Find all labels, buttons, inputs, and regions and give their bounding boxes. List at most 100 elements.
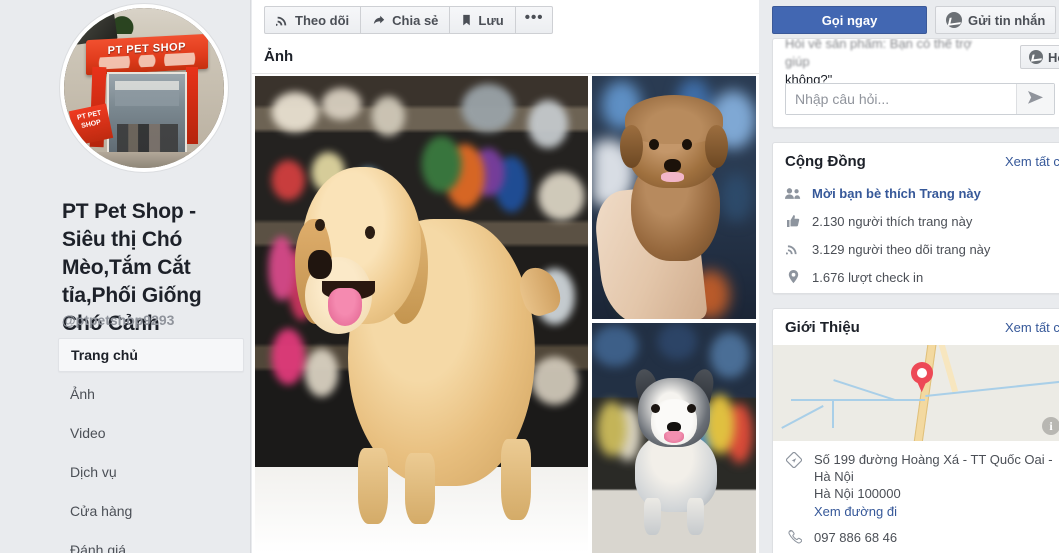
community-title: Cộng Đồng [785,153,866,170]
photo-thumbnail[interactable] [592,323,756,553]
address-line-2: Hà Nội 100000 [814,485,1054,502]
question-line-1: Hỏi về sản phẩm: Bạn có thể trợ giúp [785,38,985,71]
rss-icon [785,242,801,256]
ask-question-card: Hỏi về sản phẩm: Bạn có thể trợ giúp khô… [772,38,1059,128]
more-options-button[interactable]: ••• [516,7,553,33]
community-see-all-link[interactable]: Xem tất cả [1005,154,1059,169]
right-banner [186,67,199,144]
page-nav: Trang chủ Ảnh Video Dịch vụ Cửa hàng Đán… [58,338,244,553]
photos-section-title: Ảnh [264,48,293,65]
address-row: Số 199 đường Hoàng Xá - TT Quốc Oai - Hà… [785,451,1054,520]
location-map[interactable]: i [773,345,1059,441]
sidebar-item-label: Cửa hàng [70,503,132,519]
save-label: Lưu [478,13,503,28]
sidebar-item-photos[interactable]: Ảnh [58,378,244,411]
follow-label: Theo dõi [295,13,349,28]
poodle-ear-right [705,125,728,169]
suggested-question-text: Hỏi về sản phẩm: Bạn có thể trợ giúp khô… [785,38,985,89]
get-directions-link[interactable]: Xem đường đi [814,503,1054,520]
about-card-header: Giới Thiệu Xem tất cả [773,309,1059,345]
sidebar-item-reviews[interactable]: Đánh giá [58,534,244,553]
sidebar-item-label: Trang chủ [71,347,138,363]
share-button[interactable]: Chia sẻ [361,7,450,33]
poodle-ear-left [620,125,643,169]
about-see-all-link[interactable]: Xem tất cả [1005,320,1059,335]
bookmark-icon [461,14,472,27]
invite-friends-label: Mời bạn bè thích Trang này [812,186,981,201]
shop-door [107,72,187,160]
husky-tongue [664,431,684,443]
send-question-button[interactable] [1016,84,1054,114]
about-details-list: Số 199 đường Hoàng Xá - TT Quốc Oai - Hà… [773,441,1059,546]
thumbs-up-icon [785,214,801,228]
sidebar-item-label: Video [70,425,106,441]
checkins-row: 1.676 lượt check in [785,263,1054,291]
sidebar-item-label: Ảnh [70,386,95,402]
shop-ground [64,152,224,168]
photo-grid [255,76,756,553]
navigation-diamond-icon [785,451,803,520]
rss-icon [276,14,289,27]
sidebar-item-label: Đánh giá [70,542,126,553]
question-input-group [785,83,1055,115]
page-likes-row: 2.130 người thích trang này [785,207,1054,235]
poodle-nose [664,159,680,172]
call-now-button[interactable]: Gọi ngay [772,6,927,34]
share-label: Chia sẻ [392,13,438,28]
call-now-label: Gọi ngay [822,13,878,28]
ellipsis-icon: ••• [525,13,544,28]
sidebar-item-services[interactable]: Dịch vụ [58,456,244,489]
question-input[interactable] [786,84,1016,114]
ask-button[interactable]: Hỏi [1020,45,1059,69]
photos-section-header: Ảnh [252,44,759,74]
page-likes-label: 2.130 người thích trang này [812,214,972,229]
husky-eye-right [687,404,696,413]
puppy-hind-leg [501,439,531,520]
profile-picture[interactable]: PT PET SHOP PT PET SHOP [64,8,224,168]
page-handle: @ptpetshop9293 [62,312,174,328]
address-text: Số 199 đường Hoàng Xá - TT Quốc Oai - Hà… [814,451,1054,520]
facebook-page-view: PT PET SHOP PT PET SHOP PT Pet Shop - Si… [0,0,1059,553]
puppy-front-leg-left [358,448,388,524]
send-message-button[interactable]: Gửi tin nhắn [935,6,1056,34]
poodle-eye-right [682,139,692,150]
map-marker-pin-icon [911,362,933,392]
address-line-1: Số 199 đường Hoàng Xá - TT Quốc Oai - Hà… [814,451,1054,485]
community-stats-list: Mời bạn bè thích Trang này 2.130 người t… [773,179,1059,299]
map-waterway-1 [926,379,1059,397]
send-icon [1027,90,1044,108]
sidebar-item-shop[interactable]: Cửa hàng [58,495,244,528]
cta-button-row: Gọi ngay Gửi tin nhắn [772,6,1056,34]
main-content: Theo dõi Chia sẻ Lưu ••• Ảnh [252,0,759,553]
phone-icon [785,529,803,546]
avatar[interactable]: PT PET SHOP PT PET SHOP [60,4,228,172]
page-followers-row: 3.129 người theo dõi trang này [785,235,1054,263]
right-sidebar: Gọi ngay Gửi tin nhắn Hỏi về sản phẩm: B… [760,0,1059,553]
profile-sidebar: PT PET SHOP PT PET SHOP PT Pet Shop - Si… [0,0,251,553]
sidebar-item-videos[interactable]: Video [58,417,244,450]
community-card: Cộng Đồng Xem tất cả Mời bạn bè thích Tr… [772,142,1059,294]
save-button[interactable]: Lưu [450,7,515,33]
photo-thumbnail[interactable] [592,76,756,319]
husky-leg-left [644,498,660,535]
friends-icon [785,187,801,200]
community-card-header: Cộng Đồng Xem tất cả [773,143,1059,179]
map-waterway-5 [781,405,823,429]
map-info-icon[interactable]: i [1042,417,1059,435]
page-followers-label: 3.129 người theo dõi trang này [812,242,990,257]
puppy-nose [308,250,331,279]
sidebar-item-home[interactable]: Trang chủ [58,338,244,372]
poodle-mouth [661,172,684,182]
messenger-icon [946,12,962,28]
map-road-secondary [934,345,958,393]
husky-leg-right [687,498,703,535]
invite-friends-row[interactable]: Mời bạn bè thích Trang này [785,179,1054,207]
follow-button[interactable]: Theo dõi [265,7,361,33]
map-waterway-2 [791,399,926,401]
send-message-label: Gửi tin nhắn [968,13,1045,28]
phone-number: 097 886 68 46 [814,529,897,546]
puppy-tongue [328,288,361,326]
photo-thumbnail[interactable] [255,76,588,553]
pin-dot [917,368,927,378]
puppy-front-leg-right [405,453,435,525]
